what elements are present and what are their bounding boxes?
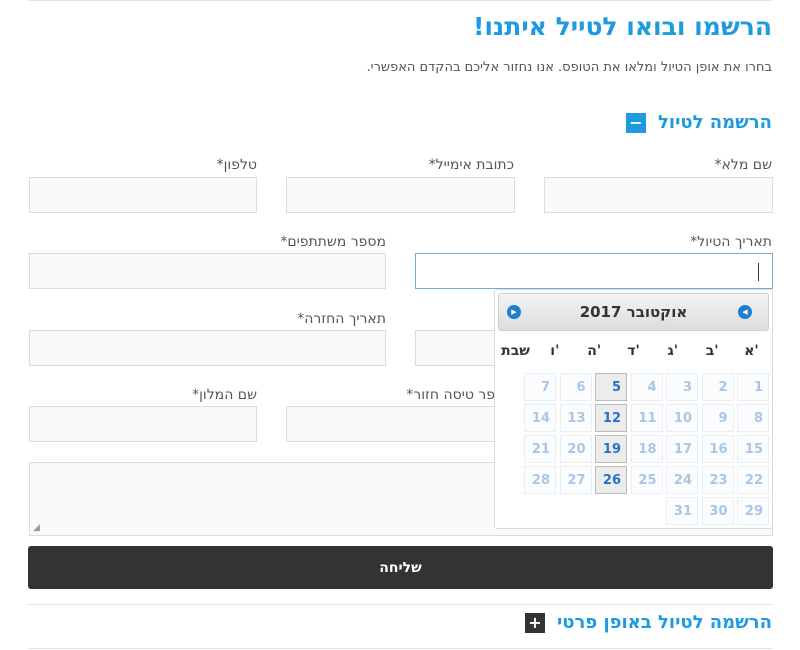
full-name-field[interactable] bbox=[544, 177, 773, 213]
page-title: הרשמו ובואו לטייל איתנו! bbox=[472, 12, 772, 41]
participants-field[interactable] bbox=[29, 253, 386, 289]
accordion-label[interactable]: הרשמה לטיול bbox=[658, 112, 772, 133]
day-cell[interactable]: 28 bbox=[524, 466, 556, 494]
day-cell[interactable]: 14 bbox=[524, 404, 556, 432]
day-cell[interactable]: 5 bbox=[595, 373, 627, 401]
participants-label: מספר משתתפים* bbox=[280, 234, 386, 250]
day-cell[interactable]: 19 bbox=[595, 435, 627, 463]
phone-field[interactable] bbox=[29, 177, 257, 213]
datepicker-month-title: אוקטובר 2017 bbox=[579, 303, 688, 321]
day-cell[interactable]: 6 bbox=[559, 373, 592, 401]
divider bbox=[28, 648, 773, 649]
email-field[interactable] bbox=[286, 177, 515, 213]
day-cell[interactable]: 23 bbox=[701, 466, 734, 494]
return-flight-label: פר טיסה חזור* bbox=[406, 387, 495, 403]
day-cell[interactable]: 7 bbox=[524, 373, 556, 401]
hotel-field[interactable] bbox=[29, 406, 257, 442]
day-cell[interactable]: 25 bbox=[630, 466, 663, 494]
full-name-label: שם מלא* bbox=[714, 157, 772, 173]
day-cell[interactable]: 30 bbox=[701, 497, 734, 525]
day-cell[interactable]: 1 bbox=[737, 373, 769, 401]
next-month-icon[interactable]: ▶ bbox=[507, 305, 521, 319]
day-cell[interactable]: 3 bbox=[666, 373, 698, 401]
day-cell[interactable]: 4 bbox=[630, 373, 663, 401]
datepicker-days-grid: 1 2 3 4 5 6 7 8 9 10 11 12 13 14 15 16 17 18 19 20 21 22 23 24 2… bbox=[498, 373, 769, 525]
email-label: כתובת אימייל* bbox=[428, 157, 514, 173]
accordion-trip-registration[interactable]: − הרשמה לטיול bbox=[626, 112, 772, 133]
day-cell[interactable]: 16 bbox=[701, 435, 734, 463]
day-cell[interactable]: 2 bbox=[701, 373, 734, 401]
day-cell[interactable]: 17 bbox=[666, 435, 698, 463]
day-cell[interactable]: 8 bbox=[737, 404, 769, 432]
day-cell[interactable]: 26 bbox=[595, 466, 627, 494]
weekday-label: ב' bbox=[705, 343, 719, 359]
accordion-label[interactable]: הרשמה לטיול באופן פרטי bbox=[557, 612, 772, 633]
phone-label: טלפון* bbox=[216, 157, 257, 173]
datepicker[interactable]: ◀ אוקטובר 2017 ▶ א' ב' ג' ד' ה' ו' שבת 1234567… bbox=[494, 289, 773, 529]
day-cell[interactable]: 11 bbox=[630, 404, 663, 432]
resize-handle-icon[interactable]: ◢ bbox=[33, 524, 40, 533]
day-cell[interactable]: 18 bbox=[630, 435, 663, 463]
weekday-label: ה' bbox=[587, 343, 602, 359]
day-cell[interactable]: 22 bbox=[737, 466, 769, 494]
weekday-label: ג' bbox=[667, 343, 679, 359]
weekday-label: א' bbox=[744, 343, 759, 359]
text-cursor bbox=[758, 263, 759, 281]
divider bbox=[28, 604, 773, 605]
day-cell[interactable]: 10 bbox=[666, 404, 698, 432]
day-cell[interactable]: 31 bbox=[666, 497, 698, 525]
day-cell[interactable]: 24 bbox=[666, 466, 698, 494]
hotel-label: שם המלון* bbox=[192, 387, 257, 403]
top-divider bbox=[28, 0, 772, 1]
trip-date-field[interactable] bbox=[415, 253, 773, 289]
expand-icon[interactable]: + bbox=[524, 612, 545, 633]
weekday-label: שבת bbox=[501, 343, 530, 359]
day-cell[interactable]: 12 bbox=[595, 404, 627, 432]
collapse-icon[interactable]: − bbox=[626, 112, 646, 133]
weekday-label: ד' bbox=[627, 343, 640, 359]
return-date-field[interactable] bbox=[29, 330, 386, 366]
return-flight-field[interactable] bbox=[286, 406, 515, 442]
weekday-label: ו' bbox=[550, 343, 560, 359]
datepicker-header: ◀ אוקטובר 2017 ▶ bbox=[498, 293, 769, 331]
accordion-private-registration[interactable]: + הרשמה לטיול באופן פרטי bbox=[524, 612, 772, 633]
day-cell[interactable]: 21 bbox=[524, 435, 556, 463]
submit-button[interactable]: שליחה bbox=[28, 546, 773, 589]
day-cell[interactable]: 27 bbox=[559, 466, 592, 494]
datepicker-weekdays: א' ב' ג' ד' ה' ו' שבת bbox=[498, 343, 769, 365]
day-cell[interactable]: 20 bbox=[559, 435, 592, 463]
page-subtitle: בחרו את אופן הטיול ומלאו את הטופס. אנו נ… bbox=[366, 60, 772, 75]
day-cell[interactable]: 13 bbox=[559, 404, 592, 432]
day-cell[interactable]: 9 bbox=[701, 404, 734, 432]
day-cell[interactable]: 29 bbox=[737, 497, 769, 525]
trip-date-label: תאריך הטיול* bbox=[690, 234, 772, 250]
return-date-label: תאריך החזרה* bbox=[297, 311, 386, 327]
day-cell[interactable]: 15 bbox=[737, 435, 769, 463]
